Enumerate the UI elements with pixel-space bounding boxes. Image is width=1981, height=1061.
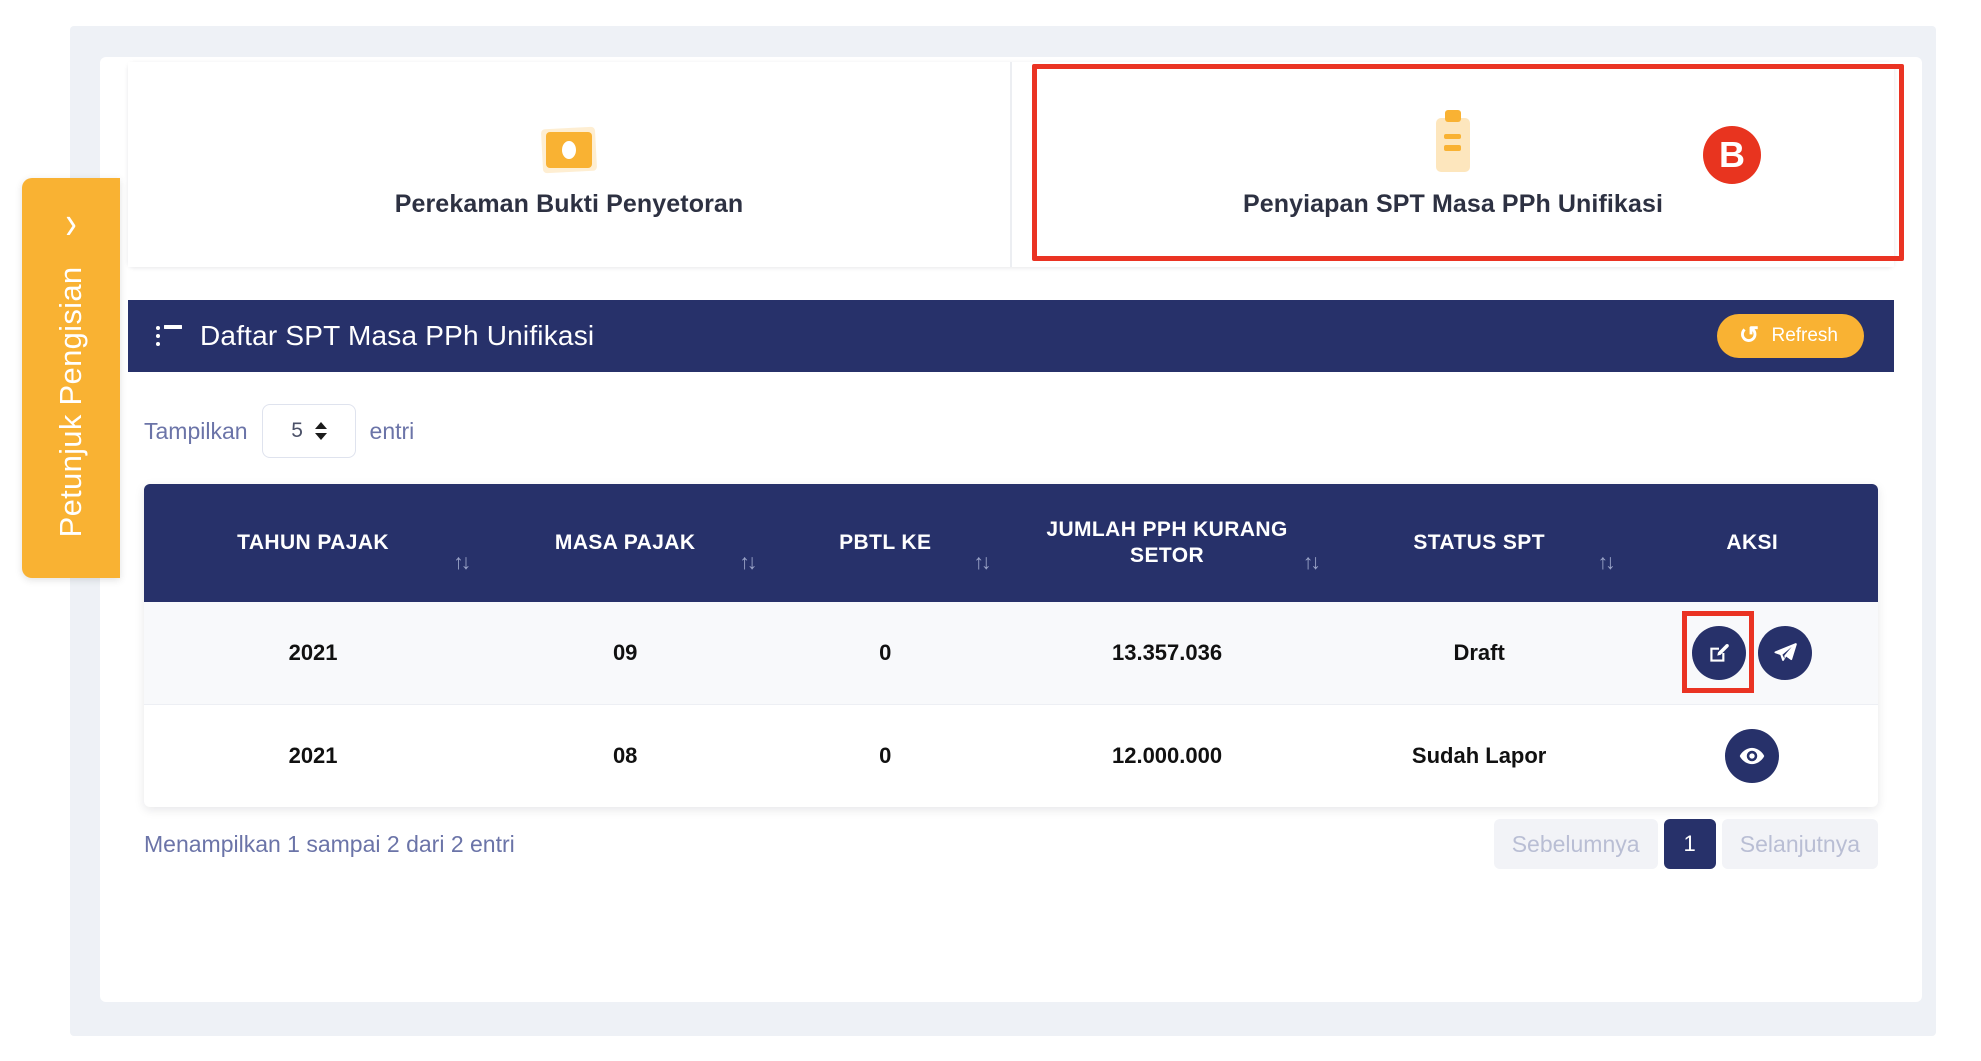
- sort-icon[interactable]: ↑↓: [453, 550, 468, 576]
- cell-status-spt: Sudah Lapor: [1332, 705, 1627, 808]
- col-aksi: AKSI: [1627, 484, 1878, 602]
- table-row: 2021 09 0 13.357.036 Draft: [144, 602, 1878, 705]
- cell-masa-pajak: 09: [482, 602, 768, 705]
- table-footer: Menampilkan 1 sampai 2 dari 2 entri Sebe…: [144, 814, 1878, 874]
- tab-perekaman-label: Perekaman Bukti Penyetoran: [395, 190, 744, 219]
- send-button-slot: [1758, 626, 1812, 680]
- col-jumlah-pph-kurang-setor[interactable]: JUMLAH PPH KURANG SETOR ↑↓: [1002, 484, 1331, 602]
- entries-info: Menampilkan 1 sampai 2 dari 2 entri: [144, 831, 515, 858]
- table-header-row: TAHUN PAJAK ↑↓ MASA PAJAK ↑↓ PBTL KE ↑↓ …: [144, 484, 1878, 602]
- money-icon: [542, 128, 596, 172]
- length-menu: Tampilkan 5 entri: [144, 404, 414, 458]
- send-icon: [1772, 640, 1798, 666]
- sort-icon[interactable]: ↑↓: [973, 550, 988, 576]
- annotation-highlight-edit-button: [1692, 626, 1746, 680]
- col-masa-pajak[interactable]: MASA PAJAK ↑↓: [482, 484, 768, 602]
- pagination-next[interactable]: Selanjutnya: [1722, 819, 1878, 869]
- clipboard-icon-wrap: [1431, 110, 1475, 172]
- view-button-slot: [1725, 729, 1779, 783]
- cell-pbtl-ke: 0: [768, 705, 1002, 808]
- refresh-icon: ↻: [1739, 324, 1759, 348]
- col-pbtl-ke[interactable]: PBTL KE ↑↓: [768, 484, 1002, 602]
- col-status-spt[interactable]: STATUS SPT ↑↓: [1332, 484, 1627, 602]
- table-head: TAHUN PAJAK ↑↓ MASA PAJAK ↑↓ PBTL KE ↑↓ …: [144, 484, 1878, 602]
- view-button[interactable]: [1725, 729, 1779, 783]
- refresh-button[interactable]: ↻ Refresh: [1717, 314, 1864, 358]
- col-pbtl-ke-label: PBTL KE: [839, 531, 931, 554]
- spt-table: TAHUN PAJAK ↑↓ MASA PAJAK ↑↓ PBTL KE ↑↓ …: [144, 484, 1878, 807]
- tab-perekaman-bukti-penyetoran[interactable]: Perekaman Bukti Penyetoran: [128, 62, 1010, 267]
- cell-aksi: [1627, 705, 1878, 808]
- cell-aksi: [1627, 602, 1878, 705]
- action-buttons: [1628, 626, 1877, 680]
- sort-icon[interactable]: ↑↓: [1598, 550, 1613, 576]
- cell-tahun-pajak: 2021: [144, 602, 482, 705]
- action-buttons: [1628, 729, 1877, 783]
- petunjuk-pengisian-label: Petunjuk Pengisian: [53, 267, 89, 538]
- annotation-badge-b: B: [1703, 126, 1761, 184]
- cell-jumlah-pph-kurang-setor: 12.000.000: [1002, 705, 1331, 808]
- panel-body: Tampilkan 5 entri TAHUN PAJAK: [128, 372, 1894, 972]
- clipboard-icon: [1431, 110, 1475, 172]
- refresh-label: Refresh: [1771, 325, 1838, 347]
- sort-icon[interactable]: ↑↓: [739, 550, 754, 576]
- cell-jumlah-pph-kurang-setor: 13.357.036: [1002, 602, 1331, 705]
- chevron-right-icon: ›: [22, 200, 120, 246]
- sort-icon[interactable]: ↑↓: [1303, 550, 1318, 576]
- edit-button[interactable]: [1692, 626, 1746, 680]
- cell-status-spt: Draft: [1332, 602, 1627, 705]
- col-masa-pajak-label: MASA PAJAK: [555, 531, 696, 554]
- tab-penyiapan-spt-masa-pph-unifikasi[interactable]: Penyiapan SPT Masa PPh Unifikasi: [1010, 62, 1894, 267]
- col-tahun-pajak-label: TAHUN PAJAK: [237, 531, 389, 554]
- col-status-spt-label: STATUS SPT: [1413, 531, 1545, 554]
- col-tahun-pajak[interactable]: TAHUN PAJAK ↑↓: [144, 484, 482, 602]
- length-menu-prefix: Tampilkan: [144, 418, 248, 445]
- edit-icon: [1706, 640, 1732, 666]
- send-button[interactable]: [1758, 626, 1812, 680]
- petunjuk-pengisian-handle[interactable]: › Petunjuk Pengisian: [22, 178, 120, 578]
- cell-masa-pajak: 08: [482, 705, 768, 808]
- panel-header: Daftar SPT Masa PPh Unifikasi ↻ Refresh: [128, 300, 1894, 372]
- col-aksi-label: AKSI: [1726, 531, 1778, 554]
- length-menu-suffix: entri: [370, 418, 415, 445]
- entries-per-page-value: 5: [291, 419, 303, 443]
- eye-icon: [1738, 742, 1766, 770]
- spt-table-wrapper: TAHUN PAJAK ↑↓ MASA PAJAK ↑↓ PBTL KE ↑↓ …: [144, 484, 1878, 807]
- stepper-arrows-icon: [315, 420, 326, 442]
- pagination-previous[interactable]: Sebelumnya: [1494, 819, 1658, 869]
- money-icon-wrap: [542, 110, 596, 172]
- panel-title: Daftar SPT Masa PPh Unifikasi: [200, 320, 594, 352]
- mode-tabs: Perekaman Bukti Penyetoran Penyiapan SPT…: [128, 62, 1894, 267]
- pagination: Sebelumnya 1 Selanjutnya: [1494, 819, 1878, 869]
- table-row: 2021 08 0 12.000.000 Sudah Lapor: [144, 705, 1878, 808]
- cell-tahun-pajak: 2021: [144, 705, 482, 808]
- table-body: 2021 09 0 13.357.036 Draft: [144, 602, 1878, 807]
- col-jumlah-pph-kurang-setor-label: JUMLAH PPH KURANG SETOR: [1046, 518, 1287, 567]
- cell-pbtl-ke: 0: [768, 602, 1002, 705]
- list-icon: [156, 325, 182, 347]
- tab-penyiapan-label: Penyiapan SPT Masa PPh Unifikasi: [1243, 190, 1663, 219]
- pagination-page-1[interactable]: 1: [1664, 819, 1716, 869]
- entries-per-page-select[interactable]: 5: [262, 404, 356, 458]
